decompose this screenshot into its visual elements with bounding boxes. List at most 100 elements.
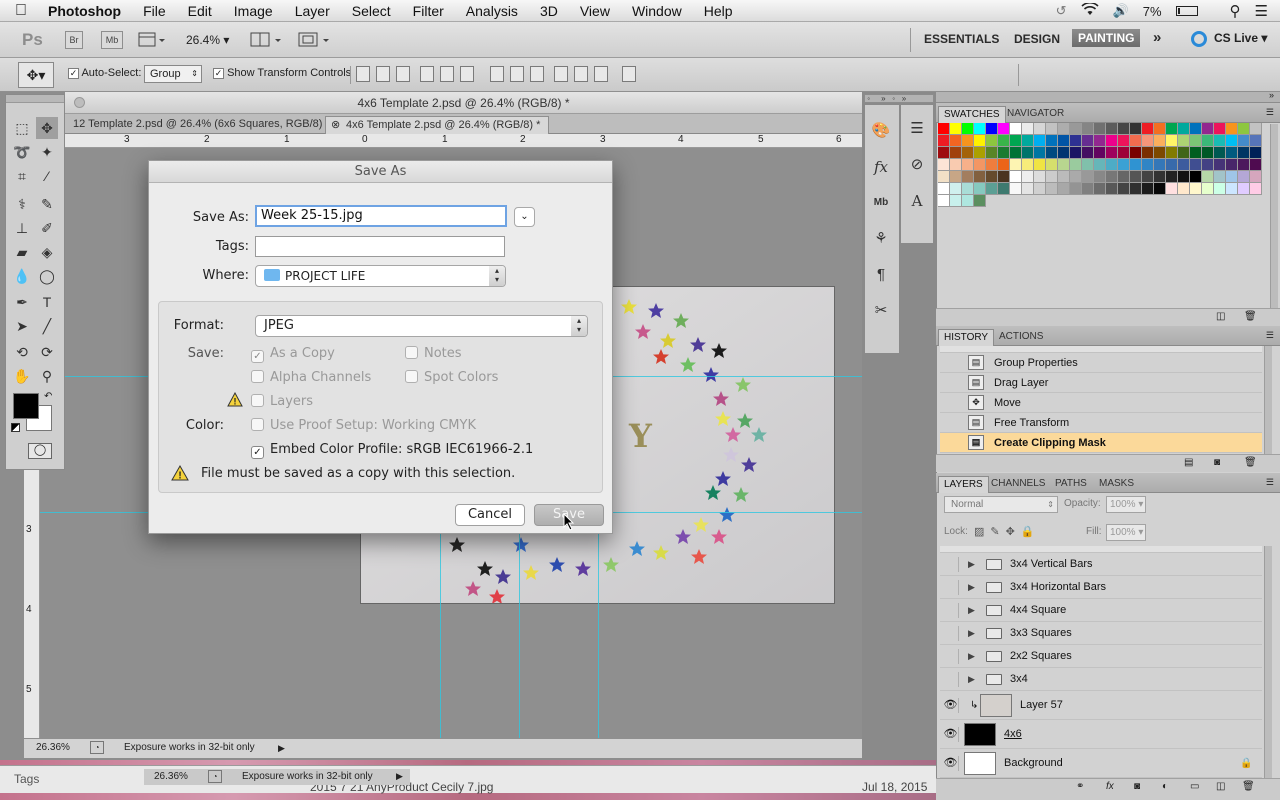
swatch[interactable] <box>1226 123 1238 135</box>
cs-live-icon[interactable] <box>1191 31 1207 47</box>
swatch[interactable] <box>998 135 1010 147</box>
path-selection-tool-icon[interactable]: ➤ <box>11 315 33 337</box>
auto-select-option[interactable]: ✓ Auto-Select: <box>68 67 141 79</box>
swatch[interactable] <box>938 195 950 207</box>
swatch[interactable] <box>986 135 998 147</box>
character-panel-icon[interactable]: A <box>901 183 933 219</box>
swatch[interactable] <box>962 159 974 171</box>
expand-group-icon[interactable]: ▶ <box>968 668 975 691</box>
menu-3d[interactable]: 3D <box>529 3 569 19</box>
layers-option[interactable]: Layers <box>251 394 313 409</box>
history-scrollbar[interactable] <box>1264 346 1272 454</box>
swatch[interactable] <box>1058 147 1070 159</box>
swatch[interactable] <box>1022 123 1034 135</box>
layer-row[interactable]: ▶ 3x4 <box>940 668 1262 691</box>
swatch[interactable] <box>1250 183 1262 195</box>
zoom-tool-icon[interactable]: ⚲ <box>36 365 58 387</box>
tab-swatches[interactable]: SWATCHES <box>938 106 1006 123</box>
swatch[interactable] <box>1202 123 1214 135</box>
swatch[interactable] <box>1190 135 1202 147</box>
swatch[interactable] <box>1226 135 1238 147</box>
menu-app-name[interactable]: Photoshop <box>42 3 132 19</box>
wifi-icon[interactable] <box>1081 2 1099 19</box>
swatch[interactable] <box>1034 123 1046 135</box>
history-brush-tool-icon[interactable]: ✐ <box>36 217 58 239</box>
layer-visibility-toggle[interactable] <box>943 557 959 572</box>
swatch[interactable] <box>998 123 1010 135</box>
swatch[interactable] <box>1250 123 1262 135</box>
distribute-bottom-icon[interactable] <box>530 66 544 82</box>
history-item-selected[interactable]: ▤ Create Clipping Mask <box>940 433 1262 453</box>
swatch[interactable] <box>1142 147 1154 159</box>
swatch[interactable] <box>1130 159 1142 171</box>
swatch[interactable] <box>1118 135 1130 147</box>
swatch[interactable] <box>1178 147 1190 159</box>
swatch[interactable] <box>1190 123 1202 135</box>
magic-wand-tool-icon[interactable]: ✦ <box>36 141 58 163</box>
filename-input[interactable]: Week 25-15.jpg <box>255 205 507 227</box>
swatch[interactable] <box>1202 135 1214 147</box>
swatch[interactable] <box>1118 159 1130 171</box>
opacity-input[interactable]: 100% ▾ <box>1106 496 1146 513</box>
swatch[interactable] <box>1238 171 1250 183</box>
swatch[interactable] <box>1010 159 1022 171</box>
swatch[interactable] <box>1154 171 1166 183</box>
swatch[interactable] <box>1154 147 1166 159</box>
swatch[interactable] <box>1166 183 1178 195</box>
eye-icon[interactable]: 👁 <box>943 727 959 742</box>
swatch[interactable] <box>1082 123 1094 135</box>
layer-visibility-toggle[interactable] <box>943 603 959 618</box>
layer-visibility-toggle[interactable] <box>943 580 959 595</box>
swatch[interactable] <box>998 147 1010 159</box>
swatch[interactable] <box>938 171 950 183</box>
swatch[interactable] <box>1106 183 1118 195</box>
swatch[interactable] <box>1178 159 1190 171</box>
layer-row[interactable]: ▶ 2x2 Squares <box>940 645 1262 668</box>
swatch[interactable] <box>1106 171 1118 183</box>
swatch[interactable] <box>1034 159 1046 171</box>
swatch[interactable] <box>1238 183 1250 195</box>
swatch[interactable] <box>1058 123 1070 135</box>
history-item[interactable]: ✥ Move <box>940 393 1262 413</box>
tags-input[interactable] <box>255 236 505 257</box>
volume-icon[interactable]: 🔊 <box>1113 3 1129 19</box>
mini-bridge-button[interactable]: Mb <box>101 31 123 49</box>
new-swatch-icon[interactable]: ◫ <box>1216 311 1225 322</box>
status-zoom[interactable]: 26.36% <box>36 739 70 757</box>
swatch[interactable] <box>1082 171 1094 183</box>
swatch[interactable] <box>1214 123 1226 135</box>
swatch[interactable] <box>1190 147 1202 159</box>
swatch[interactable] <box>1070 171 1082 183</box>
swatch[interactable] <box>1010 147 1022 159</box>
color-panel-icon[interactable]: 🎨 <box>865 113 897 149</box>
tab-layers[interactable]: LAYERS <box>938 476 989 493</box>
swatch[interactable] <box>1034 171 1046 183</box>
menu-layer[interactable]: Layer <box>284 3 341 19</box>
distribute-left-icon[interactable] <box>554 66 568 82</box>
styles-panel-icon[interactable]: fx <box>865 149 897 185</box>
blend-mode-dropdown[interactable]: Normal ⇕ <box>944 496 1058 513</box>
swatch[interactable] <box>1094 147 1106 159</box>
swatch[interactable] <box>1226 171 1238 183</box>
apple-icon[interactable]:  <box>0 2 42 20</box>
swatch[interactable] <box>1226 147 1238 159</box>
layers-checkbox[interactable] <box>251 394 264 407</box>
link-layers-icon[interactable]: ⚭ <box>1076 781 1084 792</box>
history-item[interactable]: ▤ Free Transform <box>940 413 1262 433</box>
swatches-grid[interactable] <box>938 123 1264 221</box>
swatch[interactable] <box>1202 171 1214 183</box>
swatch[interactable] <box>1142 135 1154 147</box>
zoom-level[interactable]: 26.4% ▾ <box>186 33 229 47</box>
quick-mask-icon[interactable]: ◯ <box>28 443 52 459</box>
swatch[interactable] <box>1058 135 1070 147</box>
swatch[interactable] <box>1178 135 1190 147</box>
swatch[interactable] <box>962 183 974 195</box>
expand-group-icon[interactable]: ▶ <box>968 645 975 668</box>
swatch[interactable] <box>1046 123 1058 135</box>
screen-mode-icon[interactable] <box>298 31 332 49</box>
panels-collapse-icon[interactable]: » <box>1269 90 1274 100</box>
time-machine-icon[interactable]: ↺ <box>1056 3 1067 19</box>
swatch[interactable] <box>1226 183 1238 195</box>
type-tool-icon[interactable]: T <box>36 291 58 313</box>
swatch[interactable] <box>1178 123 1190 135</box>
